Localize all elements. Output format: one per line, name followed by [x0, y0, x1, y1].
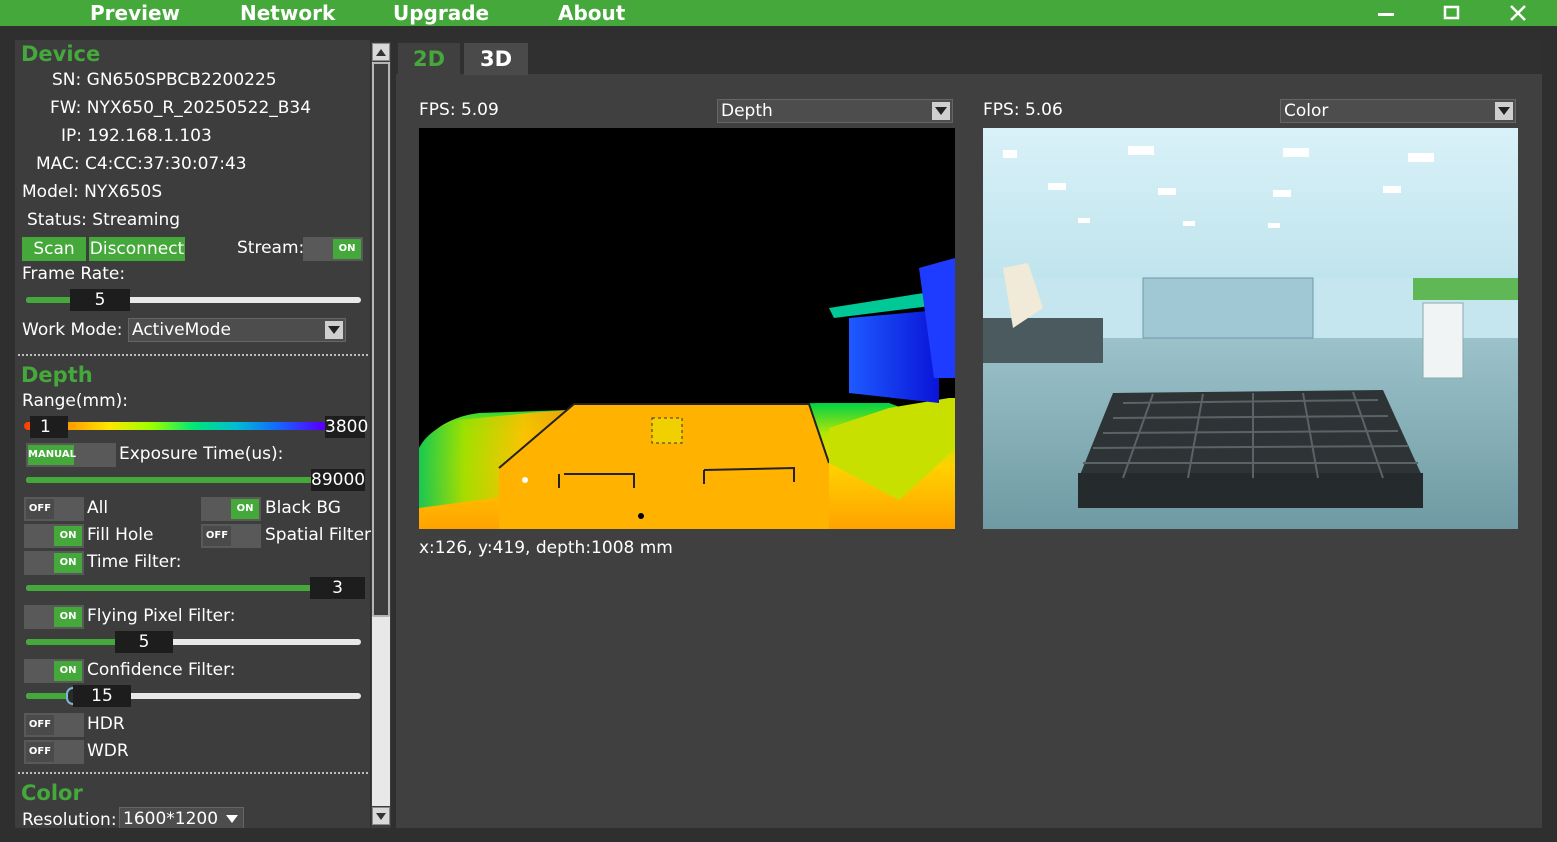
all-toggle-state: OFF [26, 499, 54, 519]
resolution-label: Resolution: [22, 810, 117, 828]
device-sn: SN: GN650SPBCB2200225 [52, 70, 277, 90]
color-section-clip: Resolution: 1600*1200 [15, 806, 370, 828]
confidence-value: 15 [73, 685, 131, 707]
color-fps: FPS: 5.06 [983, 100, 1063, 120]
flying-pixel-label: Flying Pixel Filter: [87, 606, 236, 626]
device-fw: FW: NYX650_R_20250522_B34 [50, 98, 312, 118]
menu-about[interactable]: About [558, 0, 625, 26]
disconnect-button[interactable]: Disconnect [89, 237, 185, 261]
section-divider [18, 354, 368, 356]
left-stream-select[interactable]: Depth [717, 99, 953, 123]
settings-scrollbar[interactable] [371, 42, 391, 828]
exposure-label: Exposure Time(us): [119, 444, 284, 464]
menu-preview[interactable]: Preview [90, 0, 180, 26]
resolution-value: 1600*1200 [123, 809, 219, 828]
fill-hole-toggle-state: ON [54, 526, 82, 546]
exposure-mode-state: MANUAL [28, 445, 76, 465]
time-filter-value: 3 [310, 577, 365, 599]
scroll-up-icon[interactable] [372, 43, 390, 61]
fill-hole-toggle[interactable]: ON [24, 524, 84, 548]
device-section-title: Device [21, 42, 101, 66]
confidence-filter-label: Confidence Filter: [87, 660, 236, 680]
depth-section-title: Depth [21, 363, 93, 387]
flying-pixel-value: 5 [115, 631, 173, 653]
wdr-toggle[interactable]: OFF [24, 740, 84, 764]
resolution-select[interactable]: 1600*1200 [119, 807, 244, 828]
all-label: All [87, 498, 109, 518]
work-mode-select[interactable]: ActiveMode [128, 318, 346, 342]
title-bar: Preview Network Upgrade About [0, 0, 1557, 26]
time-filter-toggle-state: ON [54, 553, 82, 573]
work-mode-label: Work Mode: [22, 320, 123, 340]
hdr-label: HDR [87, 714, 125, 734]
scan-button[interactable]: Scan [22, 237, 86, 261]
hdr-toggle-state: OFF [26, 715, 54, 735]
time-filter-fill [26, 585, 316, 591]
stream-toggle-state: ON [333, 239, 361, 259]
frame-rate-label: Frame Rate: [22, 264, 126, 284]
black-bg-label: Black BG [265, 498, 341, 518]
wdr-toggle-state: OFF [26, 742, 54, 762]
exposure-value: 89000 [311, 469, 366, 491]
view-tabs [396, 40, 1542, 76]
device-mac: MAC: C4:CC:37:30:07:43 [36, 154, 247, 174]
work-mode-value: ActiveMode [132, 320, 231, 340]
confidence-filter-toggle[interactable]: ON [24, 659, 84, 683]
chevron-down-icon [1495, 102, 1513, 120]
stream-label: Stream: [237, 238, 305, 258]
tab-2d[interactable]: 2D [398, 43, 460, 75]
range-max-value[interactable]: 3800 [325, 416, 368, 438]
black-bg-toggle-state: ON [231, 499, 259, 519]
close-icon[interactable] [1498, 0, 1538, 26]
chevron-down-icon [223, 810, 241, 828]
menu-network[interactable]: Network [240, 0, 335, 26]
menu-upgrade[interactable]: Upgrade [393, 0, 489, 26]
confidence-fill [26, 693, 71, 699]
depth-image[interactable] [419, 128, 955, 529]
range-label: Range(mm): [22, 391, 128, 411]
maximize-icon[interactable] [1432, 0, 1472, 26]
frame-rate-fill [26, 297, 76, 303]
spatial-filter-toggle[interactable]: OFF [201, 524, 261, 548]
range-min-value[interactable]: 1 [30, 416, 68, 438]
depth-readout: x:126, y:419, depth:1008 mm [419, 538, 673, 558]
exposure-fill [26, 477, 316, 483]
left-stream-value: Depth [721, 101, 773, 121]
flying-pixel-toggle-state: ON [54, 607, 82, 627]
device-ip: IP: 192.168.1.103 [61, 126, 212, 146]
right-stream-value: Color [1284, 101, 1329, 121]
minimize-icon[interactable] [1366, 0, 1406, 26]
depth-fps: FPS: 5.09 [419, 100, 499, 120]
section-divider [18, 772, 368, 774]
tab-3d[interactable]: 3D [464, 43, 528, 75]
exposure-mode-toggle[interactable]: MANUAL [26, 443, 116, 467]
stream-toggle[interactable]: ON [303, 237, 363, 261]
chevron-down-icon [932, 102, 950, 120]
wdr-label: WDR [87, 741, 129, 761]
black-bg-toggle[interactable]: ON [201, 497, 261, 521]
scroll-down-icon[interactable] [372, 807, 390, 825]
right-stream-select[interactable]: Color [1280, 99, 1516, 123]
fill-hole-label: Fill Hole [87, 525, 154, 545]
flying-pixel-toggle[interactable]: ON [24, 605, 84, 629]
color-section-title: Color [21, 781, 83, 805]
color-image[interactable] [983, 128, 1518, 529]
depth-range-slider[interactable] [24, 422, 364, 430]
flying-pixel-fill [26, 639, 121, 645]
device-status: Status: Streaming [27, 210, 181, 230]
spatial-filter-toggle-state: OFF [203, 526, 231, 546]
time-filter-label: Time Filter: [87, 552, 182, 572]
flying-pixel-slider[interactable] [26, 639, 361, 645]
frame-rate-value: 5 [70, 289, 130, 311]
device-model: Model: NYX650S [22, 182, 163, 202]
chevron-down-icon [325, 321, 343, 339]
hdr-toggle[interactable]: OFF [24, 713, 84, 737]
time-filter-toggle[interactable]: ON [24, 551, 84, 575]
scrollbar-thumb[interactable] [372, 62, 390, 617]
all-toggle[interactable]: OFF [24, 497, 84, 521]
confidence-filter-toggle-state: ON [54, 661, 82, 681]
spatial-filter-label: Spatial Filter [265, 525, 372, 545]
